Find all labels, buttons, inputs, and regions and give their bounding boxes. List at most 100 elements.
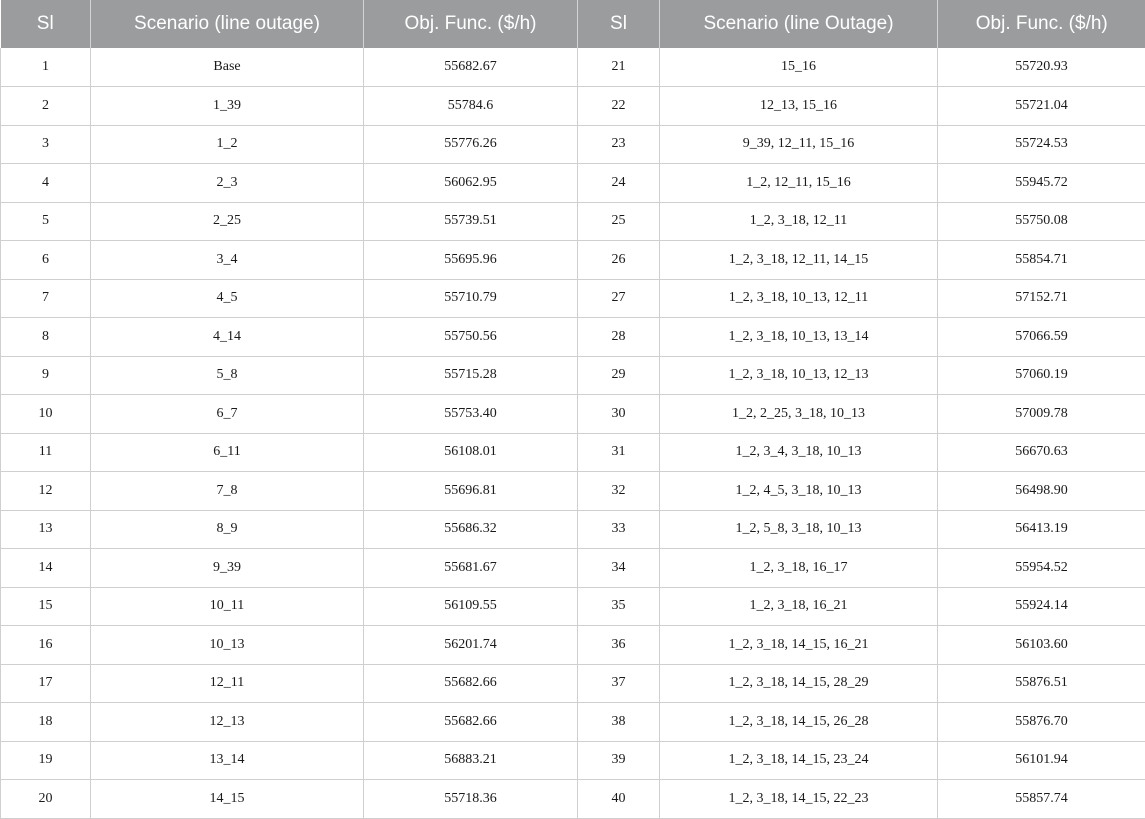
- sl-cell: 23: [578, 125, 660, 164]
- scenario-cell: 6_7: [91, 395, 364, 434]
- sl-cell: 18: [1, 703, 91, 742]
- obj-func-cell: 55876.70: [938, 703, 1145, 742]
- sl-cell: 29: [578, 356, 660, 395]
- table-header-row: Sl Scenario (line outage) Obj. Func. ($/…: [1, 0, 1145, 48]
- sl-cell: 7: [1, 279, 91, 318]
- sl-cell: 28: [578, 318, 660, 357]
- obj-func-cell: 55695.96: [364, 241, 578, 280]
- scenario-cell: 15_16: [660, 48, 938, 87]
- scenario-cell: 1_2, 3_4, 3_18, 10_13: [660, 433, 938, 472]
- obj-func-cell: 56103.60: [938, 626, 1145, 665]
- obj-func-cell: 55854.71: [938, 241, 1145, 280]
- scenario-cell: 1_2, 3_18, 16_17: [660, 549, 938, 588]
- table-row: 52_2555739.51251_2, 3_18, 12_1155750.08: [1, 202, 1145, 241]
- sl-cell: 4: [1, 164, 91, 203]
- scenario-cell: 9_39: [91, 549, 364, 588]
- obj-func-cell: 55715.28: [364, 356, 578, 395]
- scenario-cell: 2_25: [91, 202, 364, 241]
- sl-cell: 32: [578, 472, 660, 511]
- obj-func-cell: 55682.66: [364, 703, 578, 742]
- sl-cell: 35: [578, 587, 660, 626]
- scenario-cell: 10_13: [91, 626, 364, 665]
- table-row: 31_255776.26239_39, 12_11, 15_1655724.53: [1, 125, 1145, 164]
- obj-func-cell: 57060.19: [938, 356, 1145, 395]
- scenario-cell: 13_14: [91, 741, 364, 780]
- scenario-cell: 1_2, 3_18, 12_11, 14_15: [660, 241, 938, 280]
- scenario-cell: 7_8: [91, 472, 364, 511]
- sl-cell: 21: [578, 48, 660, 87]
- header-sl-right: Sl: [578, 0, 660, 48]
- obj-func-cell: 57009.78: [938, 395, 1145, 434]
- obj-func-cell: 55924.14: [938, 587, 1145, 626]
- sl-cell: 9: [1, 356, 91, 395]
- obj-func-cell: 55750.56: [364, 318, 578, 357]
- scenario-cell: 2_3: [91, 164, 364, 203]
- scenario-cell: 1_2, 3_18, 10_13, 13_14: [660, 318, 938, 357]
- obj-func-cell: 55876.51: [938, 664, 1145, 703]
- sl-cell: 16: [1, 626, 91, 665]
- scenario-cell: 1_2, 5_8, 3_18, 10_13: [660, 510, 938, 549]
- scenario-cell: 1_2, 3_18, 10_13, 12_13: [660, 356, 938, 395]
- table-row: 63_455695.96261_2, 3_18, 12_11, 14_15558…: [1, 241, 1145, 280]
- sl-cell: 2: [1, 87, 91, 126]
- sl-cell: 31: [578, 433, 660, 472]
- obj-func-cell: 55686.32: [364, 510, 578, 549]
- sl-cell: 36: [578, 626, 660, 665]
- scenario-cell: 4_14: [91, 318, 364, 357]
- sl-cell: 37: [578, 664, 660, 703]
- scenario-cell: 1_2, 3_18, 10_13, 12_11: [660, 279, 938, 318]
- sl-cell: 30: [578, 395, 660, 434]
- scenario-cell: 1_2, 12_11, 15_16: [660, 164, 938, 203]
- obj-func-cell: 55857.74: [938, 780, 1145, 819]
- scenario-cell: 12_11: [91, 664, 364, 703]
- sl-cell: 6: [1, 241, 91, 280]
- table-row: 95_855715.28291_2, 3_18, 10_13, 12_13570…: [1, 356, 1145, 395]
- scenario-cell: 1_2, 2_25, 3_18, 10_13: [660, 395, 938, 434]
- sl-cell: 27: [578, 279, 660, 318]
- header-scenario-right: Scenario (line Outage): [660, 0, 938, 48]
- sl-cell: 20: [1, 780, 91, 819]
- scenario-cell: 3_4: [91, 241, 364, 280]
- sl-cell: 38: [578, 703, 660, 742]
- sl-cell: 10: [1, 395, 91, 434]
- scenario-cell: 1_2, 3_18, 16_21: [660, 587, 938, 626]
- obj-func-cell: 55718.36: [364, 780, 578, 819]
- obj-func-cell: 56101.94: [938, 741, 1145, 780]
- obj-func-cell: 56108.01: [364, 433, 578, 472]
- sl-cell: 19: [1, 741, 91, 780]
- obj-func-cell: 56062.95: [364, 164, 578, 203]
- obj-func-cell: 55682.67: [364, 48, 578, 87]
- obj-func-cell: 55724.53: [938, 125, 1145, 164]
- header-sl-left: Sl: [1, 0, 91, 48]
- sl-cell: 3: [1, 125, 91, 164]
- obj-func-cell: 56413.19: [938, 510, 1145, 549]
- scenario-cell: 1_2, 3_18, 12_11: [660, 202, 938, 241]
- scenario-cell: Base: [91, 48, 364, 87]
- scenario-cell: 1_2, 3_18, 14_15, 22_23: [660, 780, 938, 819]
- sl-cell: 11: [1, 433, 91, 472]
- scenario-cell: 8_9: [91, 510, 364, 549]
- header-obj-func-left: Obj. Func. ($/h): [364, 0, 578, 48]
- obj-func-cell: 55682.66: [364, 664, 578, 703]
- sl-cell: 13: [1, 510, 91, 549]
- obj-func-cell: 55721.04: [938, 87, 1145, 126]
- sl-cell: 33: [578, 510, 660, 549]
- obj-func-cell: 56883.21: [364, 741, 578, 780]
- table-row: 1712_1155682.66371_2, 3_18, 14_15, 28_29…: [1, 664, 1145, 703]
- obj-func-cell: 55776.26: [364, 125, 578, 164]
- table-body: 1Base55682.672115_1655720.9321_3955784.6…: [1, 48, 1145, 818]
- scenario-cell: 1_39: [91, 87, 364, 126]
- sl-cell: 17: [1, 664, 91, 703]
- table-row: 74_555710.79271_2, 3_18, 10_13, 12_11571…: [1, 279, 1145, 318]
- scenario-cell: 6_11: [91, 433, 364, 472]
- sl-cell: 39: [578, 741, 660, 780]
- obj-func-cell: 55710.79: [364, 279, 578, 318]
- table-row: 2014_1555718.36401_2, 3_18, 14_15, 22_23…: [1, 780, 1145, 819]
- scenario-cell: 4_5: [91, 279, 364, 318]
- table-row: 127_855696.81321_2, 4_5, 3_18, 10_135649…: [1, 472, 1145, 511]
- header-obj-func-right: Obj. Func. ($/h): [938, 0, 1145, 48]
- sl-cell: 24: [578, 164, 660, 203]
- sl-cell: 40: [578, 780, 660, 819]
- obj-func-cell: 57152.71: [938, 279, 1145, 318]
- sl-cell: 5: [1, 202, 91, 241]
